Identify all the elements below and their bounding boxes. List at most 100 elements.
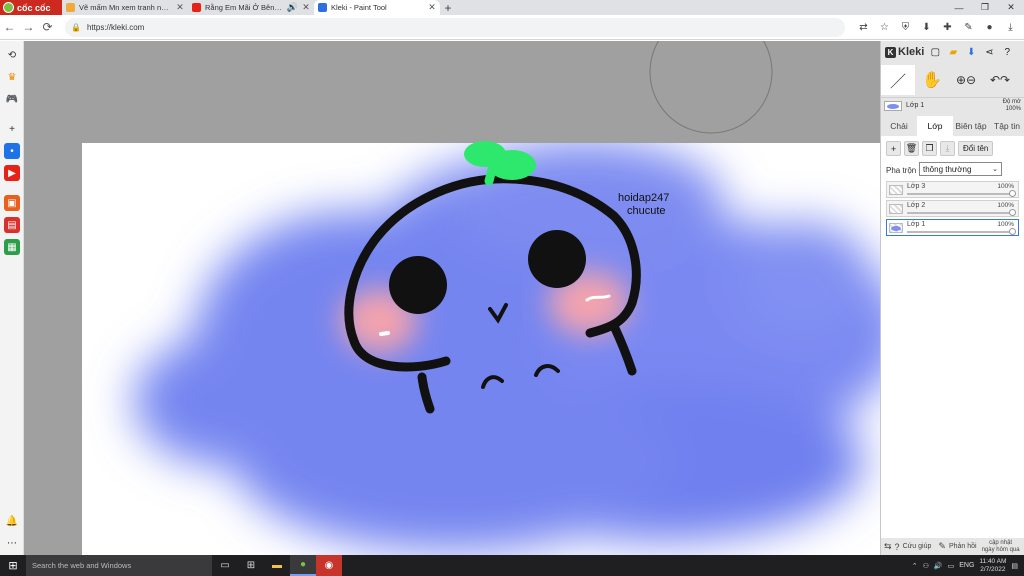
slider-handle[interactable] bbox=[1009, 228, 1016, 235]
minimize-button[interactable]: — bbox=[946, 0, 972, 15]
slider-handle[interactable] bbox=[1009, 209, 1016, 216]
puzzle-icon[interactable]: ✚ bbox=[938, 18, 957, 37]
open-folder-icon[interactable]: ▰ bbox=[946, 45, 960, 59]
add-layer-button[interactable]: + bbox=[886, 141, 901, 156]
system-tray: ⌃ ⚇ 🔊 ▭ ENG 11:40 AM 2/7/2022 ▤ bbox=[912, 558, 1024, 574]
blend-label: Pha trộn bbox=[886, 166, 917, 175]
blend-mode-select[interactable]: thông thường ⌄ bbox=[919, 162, 1002, 176]
drawing-canvas[interactable]: hoidap247 chucute bbox=[24, 41, 880, 555]
file-explorer-icon[interactable]: ▬ bbox=[264, 555, 290, 576]
history-icon[interactable]: ⟲ bbox=[4, 47, 20, 63]
delete-layer-button[interactable]: 🗑 bbox=[904, 141, 919, 156]
notification-icon[interactable]: 🔔 bbox=[4, 513, 20, 529]
windows-store-icon[interactable]: ⊞ bbox=[238, 555, 264, 576]
canvas-text-line1: hoidap247 bbox=[618, 192, 669, 204]
tab-file[interactable]: Tập tin bbox=[989, 116, 1024, 136]
lock-icon[interactable]: 🔒 bbox=[71, 23, 81, 32]
brush-tool-button[interactable]: ／ bbox=[881, 65, 915, 95]
shield-icon[interactable]: ⛨ bbox=[896, 18, 915, 37]
tab-title: Kleki - Paint Tool bbox=[331, 3, 387, 12]
help-icon[interactable]: ? bbox=[1000, 45, 1014, 59]
left-eye bbox=[389, 256, 447, 314]
tool-row: ／ ✋ ⊕⊖ ↶↷ bbox=[881, 65, 1024, 95]
help-circle-icon[interactable]: ? bbox=[895, 542, 900, 552]
hand-tool-button[interactable]: ✋ bbox=[915, 65, 949, 95]
layer-name: Lớp 3 bbox=[907, 183, 926, 190]
current-layer-name: Lớp 1 bbox=[906, 102, 925, 109]
taskbar-search[interactable]: Search the web and Windows bbox=[26, 555, 212, 576]
windows-start-icon[interactable]: ⊞ bbox=[0, 555, 26, 576]
rename-button[interactable]: Đổi tên bbox=[958, 141, 994, 156]
layer-item-selected[interactable]: Lớp 1 100% bbox=[886, 219, 1019, 236]
update-info[interactable]: cập nhật ngày hôm qua bbox=[982, 540, 1020, 554]
undo-redo-buttons[interactable]: ↶↷ bbox=[983, 65, 1017, 95]
opacity-slider[interactable] bbox=[907, 212, 1012, 214]
canvas-workspace[interactable]: hoidap247 chucute bbox=[24, 41, 880, 555]
reload-button[interactable]: ⟳ bbox=[38, 18, 57, 37]
new-image-icon[interactable]: ▢ bbox=[928, 45, 942, 59]
browser-tab-youtube[interactable]: Rằng Em Mãi Ở Bên (Bích 🔊 ✕ bbox=[188, 0, 314, 15]
zoom-buttons[interactable]: ⊕⊖ bbox=[949, 65, 983, 95]
download-extension-icon[interactable]: ⬇ bbox=[917, 18, 936, 37]
extension-icon[interactable]: ✎ bbox=[959, 18, 978, 37]
merge-layer-button[interactable]: ⤓ bbox=[940, 141, 955, 156]
close-icon[interactable]: ✕ bbox=[428, 2, 436, 13]
slider-handle[interactable] bbox=[1009, 190, 1016, 197]
youtube-icon[interactable]: ▶ bbox=[4, 165, 20, 181]
tab-edit[interactable]: Biên tập bbox=[953, 116, 989, 136]
action-center-icon[interactable]: ▤ bbox=[1011, 562, 1018, 570]
back-button[interactable]: ← bbox=[0, 18, 19, 37]
layer-item[interactable]: Lớp 3 100% bbox=[886, 181, 1019, 198]
feedback-icon[interactable]: ✎ bbox=[938, 541, 946, 552]
task-view-icon[interactable]: ▭ bbox=[212, 555, 238, 576]
kleki-logo-icon: K bbox=[885, 46, 896, 58]
help-link[interactable]: Cứu giúp bbox=[903, 543, 932, 550]
battery-icon[interactable]: ▭ bbox=[948, 562, 955, 570]
new-tab-button[interactable]: + bbox=[440, 0, 456, 15]
kleki-logo[interactable]: K Kleki bbox=[885, 46, 924, 58]
tab-brush[interactable]: Chải bbox=[881, 116, 917, 136]
language-indicator[interactable]: ENG bbox=[959, 562, 974, 569]
network-icon[interactable]: ⚇ bbox=[923, 562, 929, 570]
address-input[interactable]: 🔒 https://kleki.com bbox=[65, 17, 845, 37]
translate-icon[interactable]: ⇄ bbox=[854, 18, 873, 37]
opacity-slider[interactable] bbox=[907, 193, 1012, 195]
game-icon[interactable]: 🎮 bbox=[4, 91, 20, 107]
close-icon[interactable]: ✕ bbox=[302, 2, 310, 13]
tab-layers[interactable]: Lớp bbox=[917, 116, 953, 136]
chevron-up-icon[interactable]: ⌃ bbox=[912, 562, 918, 570]
crown-icon[interactable]: ♛ bbox=[4, 69, 20, 85]
messenger-icon[interactable]: • bbox=[4, 143, 20, 159]
layer-item[interactable]: Lớp 2 100% bbox=[886, 200, 1019, 217]
feedback-link[interactable]: Phản hồi bbox=[949, 543, 977, 550]
shop-icon[interactable]: ▣ bbox=[4, 195, 20, 211]
close-icon[interactable]: ✕ bbox=[176, 2, 184, 13]
downloads-icon[interactable]: ⤓ bbox=[1001, 18, 1020, 37]
duplicate-layer-button[interactable]: ❐ bbox=[922, 141, 937, 156]
swap-side-icon[interactable]: ⇆ bbox=[884, 541, 892, 552]
browser-tab-kleki[interactable]: Kleki - Paint Tool ✕ bbox=[314, 0, 440, 15]
close-window-button[interactable]: ✕ bbox=[998, 0, 1024, 15]
share-icon[interactable]: ⋖ bbox=[982, 45, 996, 59]
current-layer-preview[interactable]: Lớp 1 Độ mờ 100% bbox=[881, 97, 1024, 113]
clock-date: 2/7/2022 bbox=[980, 565, 1006, 573]
sheet-icon[interactable]: ▦ bbox=[4, 239, 20, 255]
profile-avatar[interactable]: ● bbox=[980, 18, 999, 37]
star-icon[interactable]: ☆ bbox=[875, 18, 894, 37]
opacity-slider[interactable] bbox=[907, 231, 1012, 233]
browser-tab-hoidap[interactable]: Vẽ mấm Mn xem tranh này c ✕ bbox=[62, 0, 188, 15]
add-icon[interactable]: + bbox=[4, 121, 20, 137]
more-icon[interactable]: ⋯ bbox=[4, 535, 20, 551]
layers-pane: + 🗑 ❐ ⤓ Đổi tên Pha trộn thông thường ⌄ … bbox=[881, 136, 1024, 538]
clock[interactable]: 11:40 AM 2/7/2022 bbox=[979, 558, 1006, 574]
coccoc-taskbar-icon[interactable]: ● bbox=[290, 555, 316, 576]
volume-icon[interactable]: 🔊 bbox=[934, 562, 943, 570]
app-taskbar-icon[interactable]: ◉ bbox=[316, 555, 342, 576]
forward-button[interactable]: → bbox=[19, 18, 38, 37]
maximize-button[interactable]: ❐ bbox=[972, 0, 998, 15]
chevron-down-icon: ⌄ bbox=[992, 166, 998, 173]
browser-brand[interactable]: cốc cốc bbox=[0, 0, 62, 15]
news-icon[interactable]: ▤ bbox=[4, 217, 20, 233]
download-icon[interactable]: ⬇ bbox=[964, 45, 978, 59]
speaker-icon: 🔊 bbox=[286, 2, 298, 12]
